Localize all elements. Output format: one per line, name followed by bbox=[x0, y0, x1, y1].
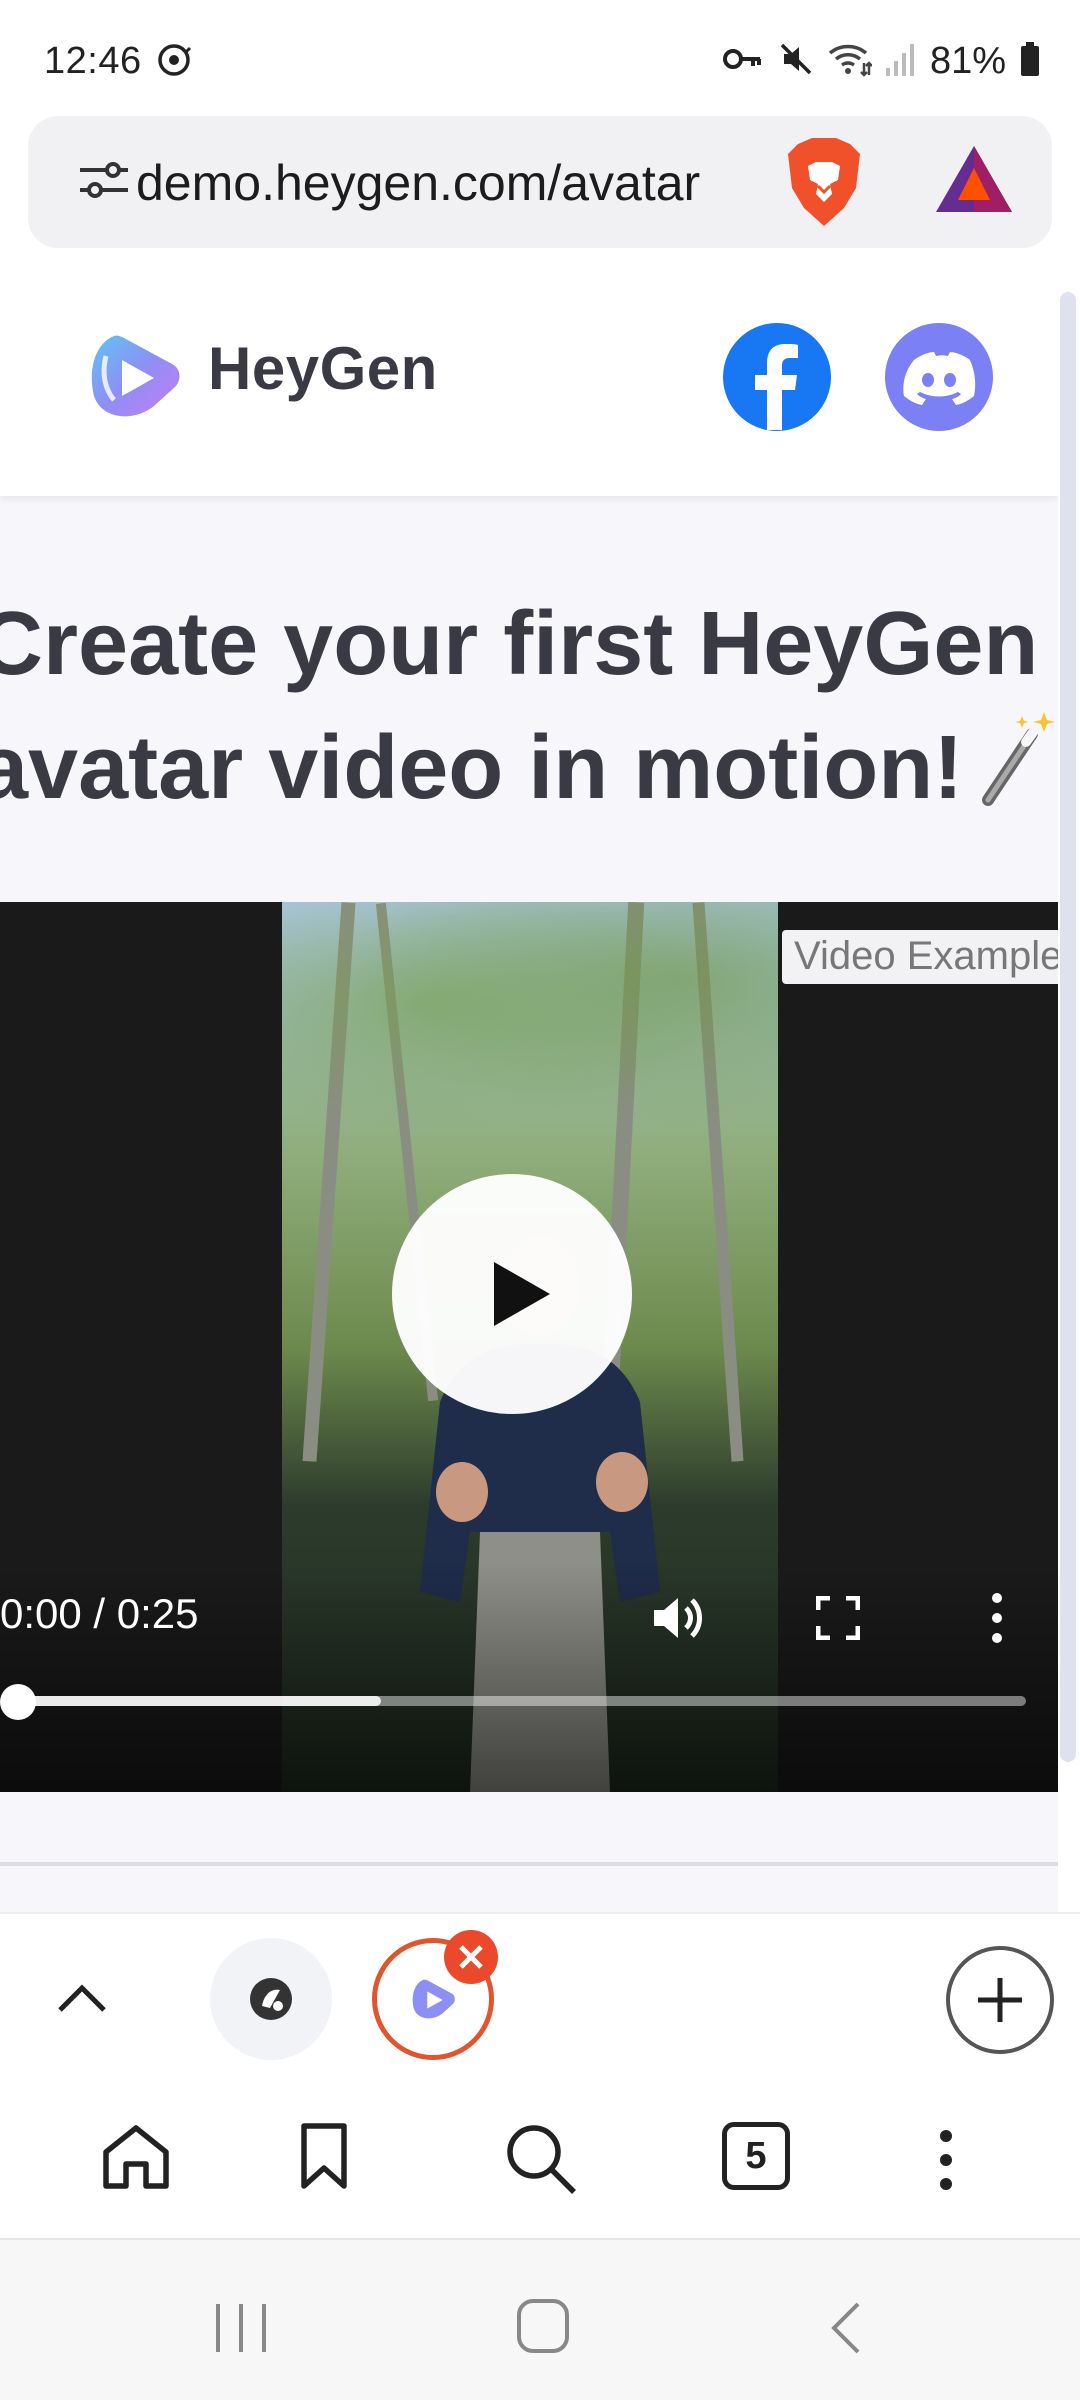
video-example-badge: Video Example bbox=[782, 930, 1058, 984]
site-name[interactable]: HeyGen bbox=[208, 334, 438, 403]
fullscreen-icon[interactable] bbox=[815, 1595, 861, 1645]
hero-title: Create your first HeyGen avatar video in… bbox=[0, 582, 1058, 830]
site-settings-icon[interactable] bbox=[78, 158, 130, 207]
chevron-up-icon[interactable] bbox=[56, 1982, 108, 2019]
video-time: 0:00 / 0:25 bbox=[0, 1590, 199, 1637]
signal-icon bbox=[885, 42, 916, 81]
status-time: 12:46 bbox=[44, 40, 142, 82]
tabs-count-button[interactable]: 5 bbox=[722, 2122, 790, 2190]
battery-percent: 81% bbox=[929, 40, 1006, 82]
site-header: HeyGen bbox=[0, 272, 1058, 496]
system-navigation-bar bbox=[0, 2240, 1080, 2400]
vpn-key-icon bbox=[722, 44, 764, 79]
video-more-options-icon[interactable] bbox=[990, 1592, 1004, 1649]
bookmark-icon[interactable] bbox=[298, 2122, 350, 2197]
tab-strip bbox=[0, 1912, 1080, 2072]
page-scrollbar[interactable] bbox=[1060, 292, 1076, 1762]
discord-icon[interactable] bbox=[884, 322, 994, 437]
video-buffer-bar bbox=[18, 1696, 381, 1706]
wifi-icon bbox=[828, 41, 873, 82]
search-icon[interactable] bbox=[504, 2122, 578, 2201]
mute-icon bbox=[778, 41, 814, 82]
volume-icon[interactable] bbox=[650, 1590, 706, 1651]
brave-shields-icon[interactable] bbox=[784, 136, 864, 235]
play-icon bbox=[494, 1262, 550, 1326]
status-icons: 81% bbox=[722, 40, 1040, 83]
site-favicon-icon bbox=[250, 1978, 292, 2020]
magic-wand-icon bbox=[980, 708, 1058, 813]
heygen-favicon-icon bbox=[412, 1979, 455, 2019]
more-menu-icon[interactable] bbox=[938, 2130, 954, 2195]
webpage-viewport[interactable]: HeyGen Create your first HeyGen avatar v… bbox=[0, 272, 1058, 1912]
battery-icon bbox=[1020, 42, 1040, 81]
video-player[interactable]: Video Example 0:00 / 0:25 bbox=[0, 902, 1058, 1792]
status-bar: 12:46 81% bbox=[0, 0, 1080, 110]
facebook-icon[interactable] bbox=[722, 322, 832, 437]
close-tab-icon[interactable] bbox=[444, 1930, 498, 1984]
home-nav-icon[interactable] bbox=[516, 2298, 570, 2359]
new-tab-button[interactable] bbox=[946, 1946, 1054, 2054]
recent-apps-icon[interactable] bbox=[214, 2302, 268, 2359]
heygen-logo-icon[interactable] bbox=[84, 326, 184, 431]
video-progress-bar[interactable] bbox=[18, 1696, 1026, 1706]
section-divider bbox=[0, 1862, 1058, 1866]
hero-title-line-2: avatar video in motion! bbox=[0, 718, 964, 818]
hero-title-line-1: Create your first HeyGen bbox=[0, 594, 1039, 694]
home-icon[interactable] bbox=[100, 2122, 172, 2197]
bottom-toolbar: 5 bbox=[0, 2072, 1080, 2240]
plus-icon bbox=[978, 1978, 1022, 2022]
url-text[interactable]: demo.heygen.com/avatar bbox=[136, 154, 776, 212]
video-progress-thumb[interactable] bbox=[0, 1684, 36, 1720]
brave-rewards-icon[interactable] bbox=[932, 142, 1016, 223]
tab-thumbnail[interactable] bbox=[210, 1938, 332, 2060]
sync-icon bbox=[156, 42, 192, 83]
address-bar[interactable]: demo.heygen.com/avatar bbox=[28, 116, 1052, 248]
play-button[interactable] bbox=[392, 1174, 632, 1414]
back-nav-icon[interactable] bbox=[828, 2300, 862, 2361]
